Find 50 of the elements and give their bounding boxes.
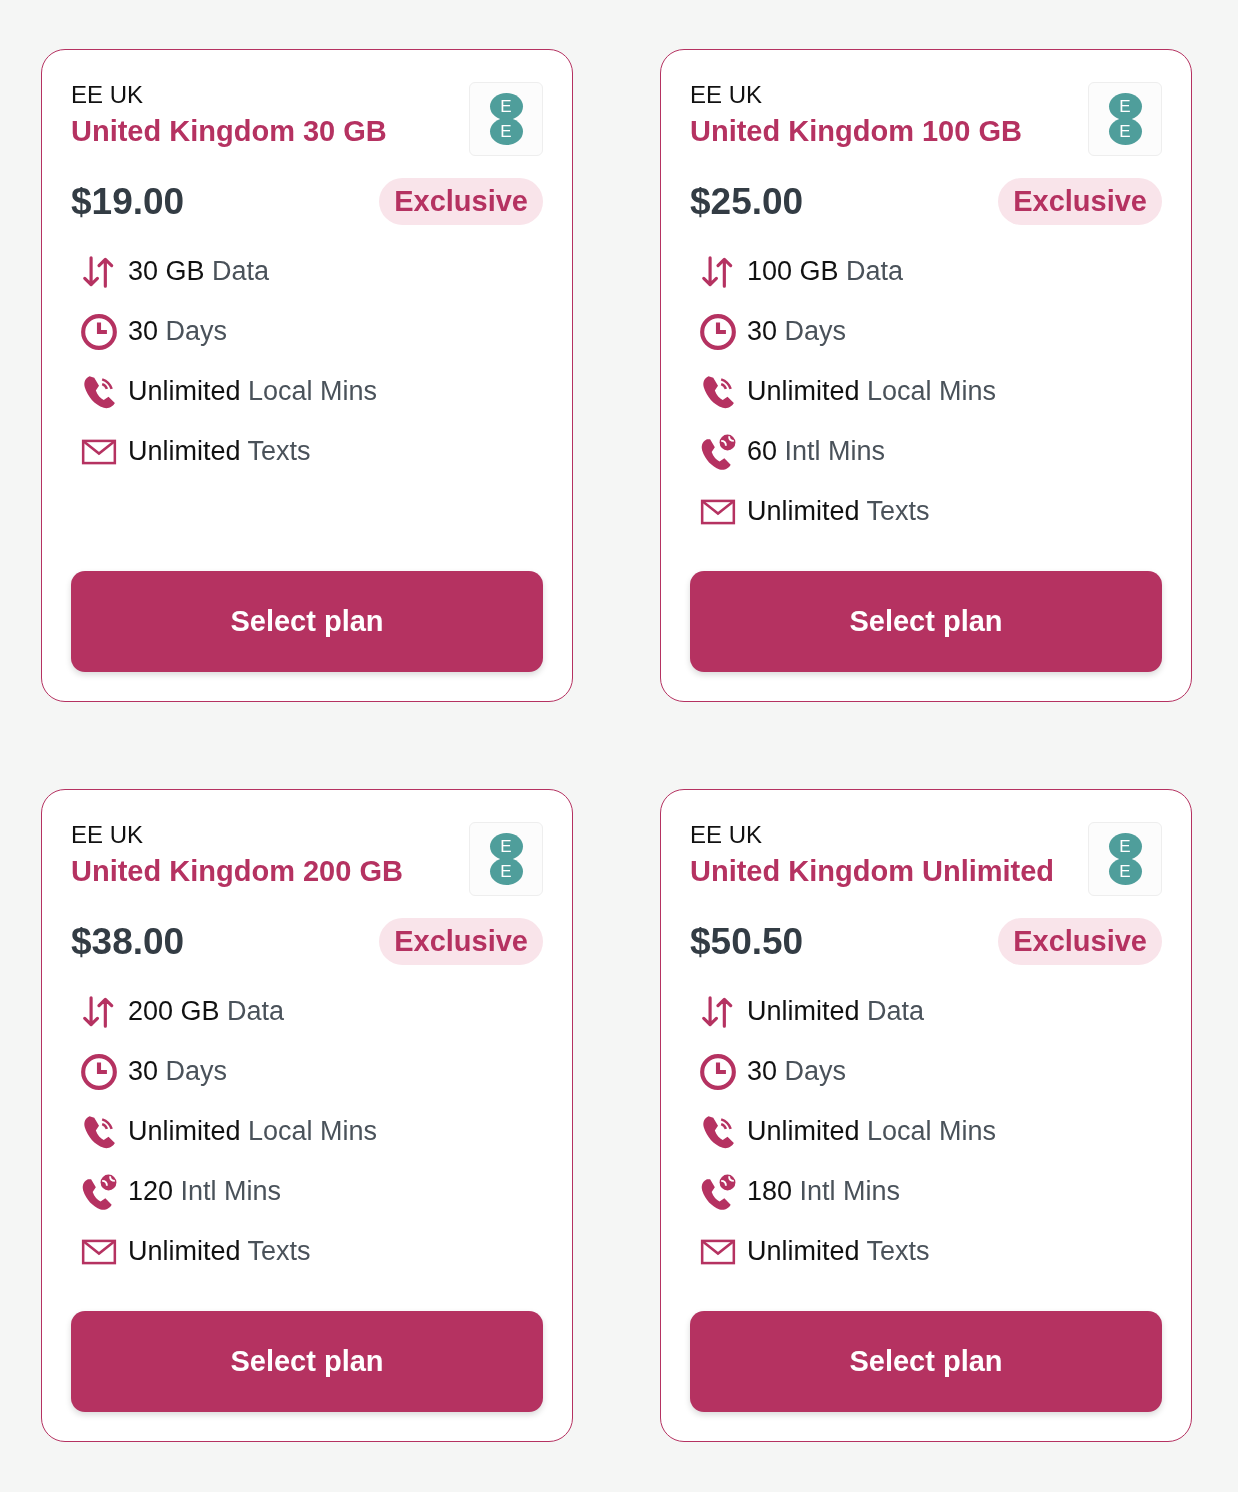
feature-text: 100 GB Data xyxy=(747,255,904,289)
feature-text: 60 Intl Mins xyxy=(747,435,886,469)
feature-text: Unlimited Local Mins xyxy=(128,1115,378,1149)
feature-text: Unlimited Texts xyxy=(747,1235,930,1269)
exclusive-badge: Exclusive xyxy=(998,178,1162,225)
feature-text: 30 GB Data xyxy=(128,255,270,289)
feature-text: 30 Days xyxy=(747,1055,847,1089)
provider-name: EE UK xyxy=(690,82,764,109)
phone-globe-icon xyxy=(80,1173,118,1211)
feature-text: Unlimited Texts xyxy=(128,435,311,469)
plan-title: United Kingdom 200 GB xyxy=(71,856,403,889)
phone-globe-icon xyxy=(699,433,737,471)
plan-title: United Kingdom 30 GB xyxy=(71,116,387,149)
select-plan-button[interactable]: Select plan xyxy=(71,1311,543,1412)
provider-logo: E E xyxy=(469,822,543,896)
exclusive-badge: Exclusive xyxy=(379,178,543,225)
plan-title: United Kingdom 100 GB xyxy=(690,116,1022,149)
phone-globe-icon xyxy=(699,1173,737,1211)
exclusive-badge: Exclusive xyxy=(998,918,1162,965)
provider-logo: E E xyxy=(469,82,543,156)
clock-icon xyxy=(80,313,118,351)
feature-text: Unlimited Local Mins xyxy=(128,375,378,409)
select-plan-button[interactable]: Select plan xyxy=(690,571,1162,672)
feature-text: 180 Intl Mins xyxy=(747,1175,901,1209)
feature-text: 120 Intl Mins xyxy=(128,1175,282,1209)
provider-name: EE UK xyxy=(71,822,145,849)
clock-icon xyxy=(699,1053,737,1091)
select-plan-button[interactable]: Select plan xyxy=(71,571,543,672)
feature-text: 30 Days xyxy=(747,315,847,349)
provider-name: EE UK xyxy=(71,82,145,109)
plan-title: United Kingdom Unlimited xyxy=(690,856,1055,889)
provider-logo: E E xyxy=(1088,822,1162,896)
price: $50.50 xyxy=(690,920,804,963)
price: $19.00 xyxy=(71,180,185,223)
clock-icon xyxy=(699,313,737,351)
feature-text: Unlimited Texts xyxy=(128,1235,311,1269)
provider-name: EE UK xyxy=(690,822,764,849)
select-plan-button[interactable]: Select plan xyxy=(690,1311,1162,1412)
feature-text: Unlimited Local Mins xyxy=(747,375,997,409)
feature-text: Unlimited Texts xyxy=(747,495,930,529)
price: $25.00 xyxy=(690,180,804,223)
clock-icon xyxy=(80,1053,118,1091)
feature-text: Unlimited Local Mins xyxy=(747,1115,997,1149)
price: $38.00 xyxy=(71,920,185,963)
feature-text: 200 GB Data xyxy=(128,995,285,1029)
feature-text: 30 Days xyxy=(128,1055,228,1089)
feature-text: Unlimited Data xyxy=(747,995,925,1029)
provider-logo: E E xyxy=(1088,82,1162,156)
feature-text: 30 Days xyxy=(128,315,228,349)
exclusive-badge: Exclusive xyxy=(379,918,543,965)
